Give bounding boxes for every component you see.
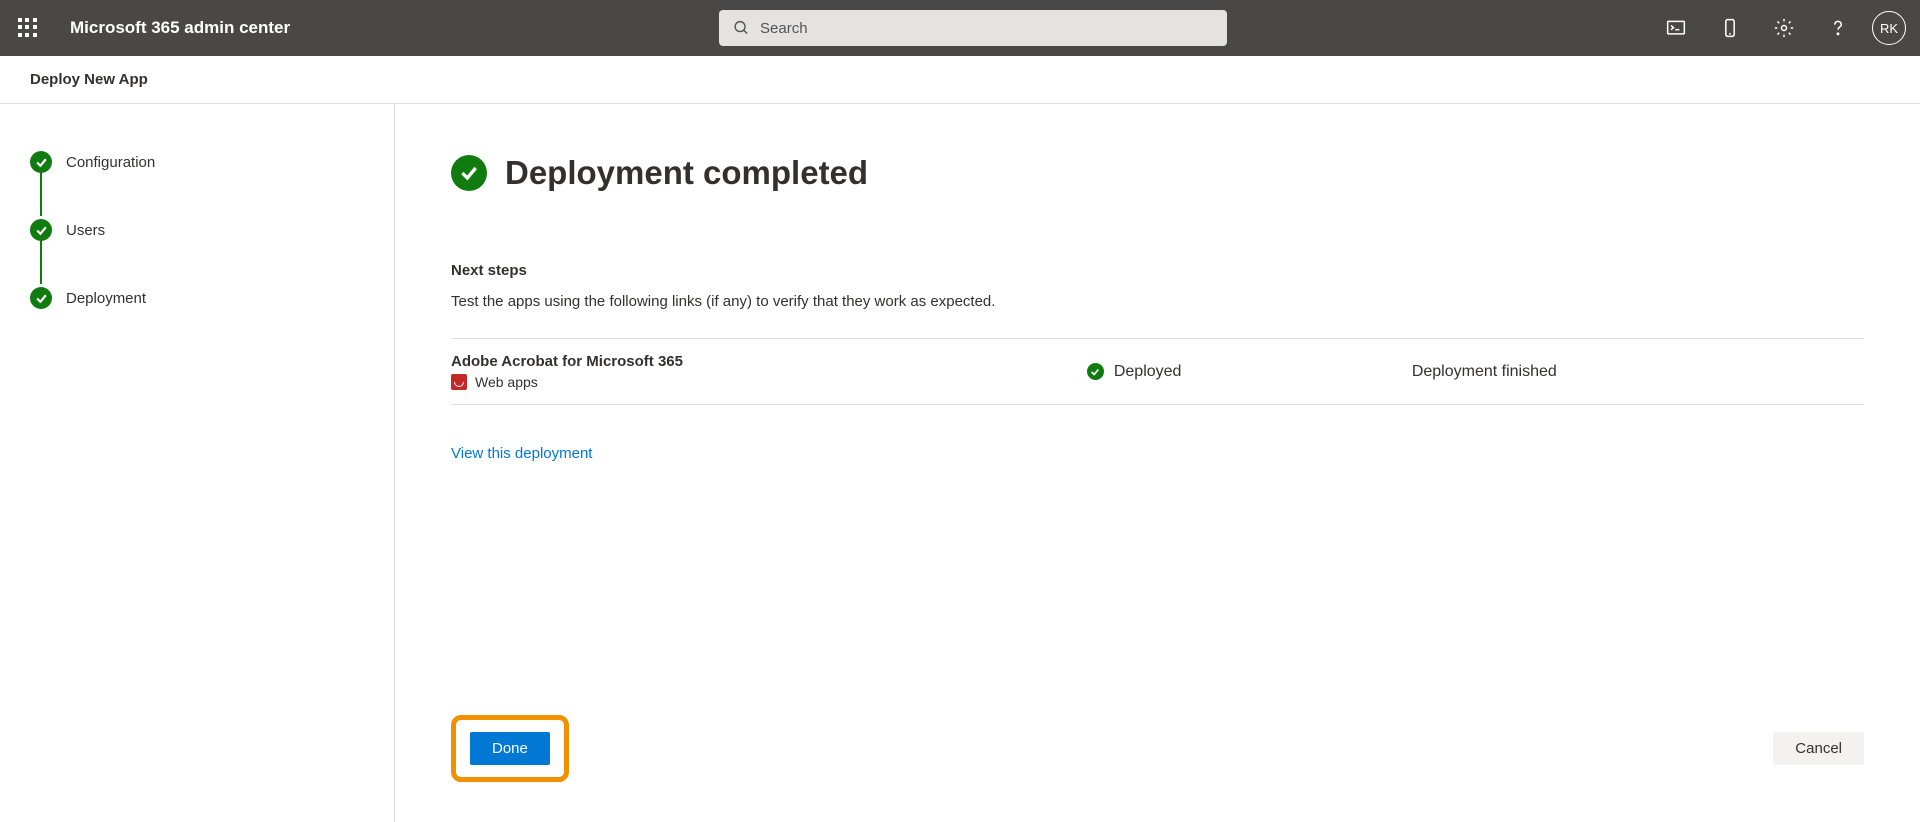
check-icon bbox=[1087, 363, 1104, 380]
step-users[interactable]: Users bbox=[30, 218, 364, 242]
gear-icon[interactable] bbox=[1764, 8, 1804, 48]
highlight-annotation: Done bbox=[451, 715, 569, 782]
success-icon bbox=[451, 155, 487, 191]
status-text: Deployed bbox=[1114, 363, 1182, 381]
deployment-row: Adobe Acrobat for Microsoft 365 Web apps… bbox=[451, 338, 1864, 405]
step-label: Deployment bbox=[66, 290, 146, 307]
check-icon bbox=[30, 287, 52, 309]
view-deployment-link[interactable]: View this deployment bbox=[451, 445, 1864, 462]
mobile-icon[interactable] bbox=[1710, 8, 1750, 48]
help-icon[interactable] bbox=[1818, 8, 1858, 48]
check-icon bbox=[30, 151, 52, 173]
cancel-button[interactable]: Cancel bbox=[1773, 732, 1864, 765]
subheader: Deploy New App bbox=[0, 56, 1920, 104]
app-launcher-icon[interactable] bbox=[14, 14, 42, 42]
avatar[interactable]: RK bbox=[1872, 11, 1906, 45]
step-deployment[interactable]: Deployment bbox=[30, 286, 364, 310]
top-bar: Microsoft 365 admin center RK bbox=[0, 0, 1920, 56]
app-subtype: Web apps bbox=[475, 374, 538, 390]
step-label: Configuration bbox=[66, 154, 155, 171]
page-title: Deployment completed bbox=[505, 154, 868, 192]
shell-icon[interactable] bbox=[1656, 8, 1696, 48]
wizard-steps: Configuration Users Deployment bbox=[0, 104, 395, 822]
step-label: Users bbox=[66, 222, 105, 239]
main-content: Deployment completed Next steps Test the… bbox=[395, 104, 1920, 822]
step-configuration[interactable]: Configuration bbox=[30, 150, 364, 174]
next-steps-heading: Next steps bbox=[451, 262, 1864, 279]
subheader-title: Deploy New App bbox=[30, 71, 148, 88]
search-box[interactable] bbox=[719, 10, 1227, 46]
next-steps-text: Test the apps using the following links … bbox=[451, 293, 1864, 310]
search-input[interactable] bbox=[760, 20, 1213, 37]
done-button[interactable]: Done bbox=[470, 732, 550, 765]
brand-title: Microsoft 365 admin center bbox=[70, 18, 290, 38]
check-icon bbox=[30, 219, 52, 241]
status-detail: Deployment finished bbox=[1412, 363, 1557, 381]
pdf-icon bbox=[451, 374, 467, 390]
app-name: Adobe Acrobat for Microsoft 365 bbox=[451, 353, 1087, 370]
search-icon bbox=[733, 19, 750, 37]
